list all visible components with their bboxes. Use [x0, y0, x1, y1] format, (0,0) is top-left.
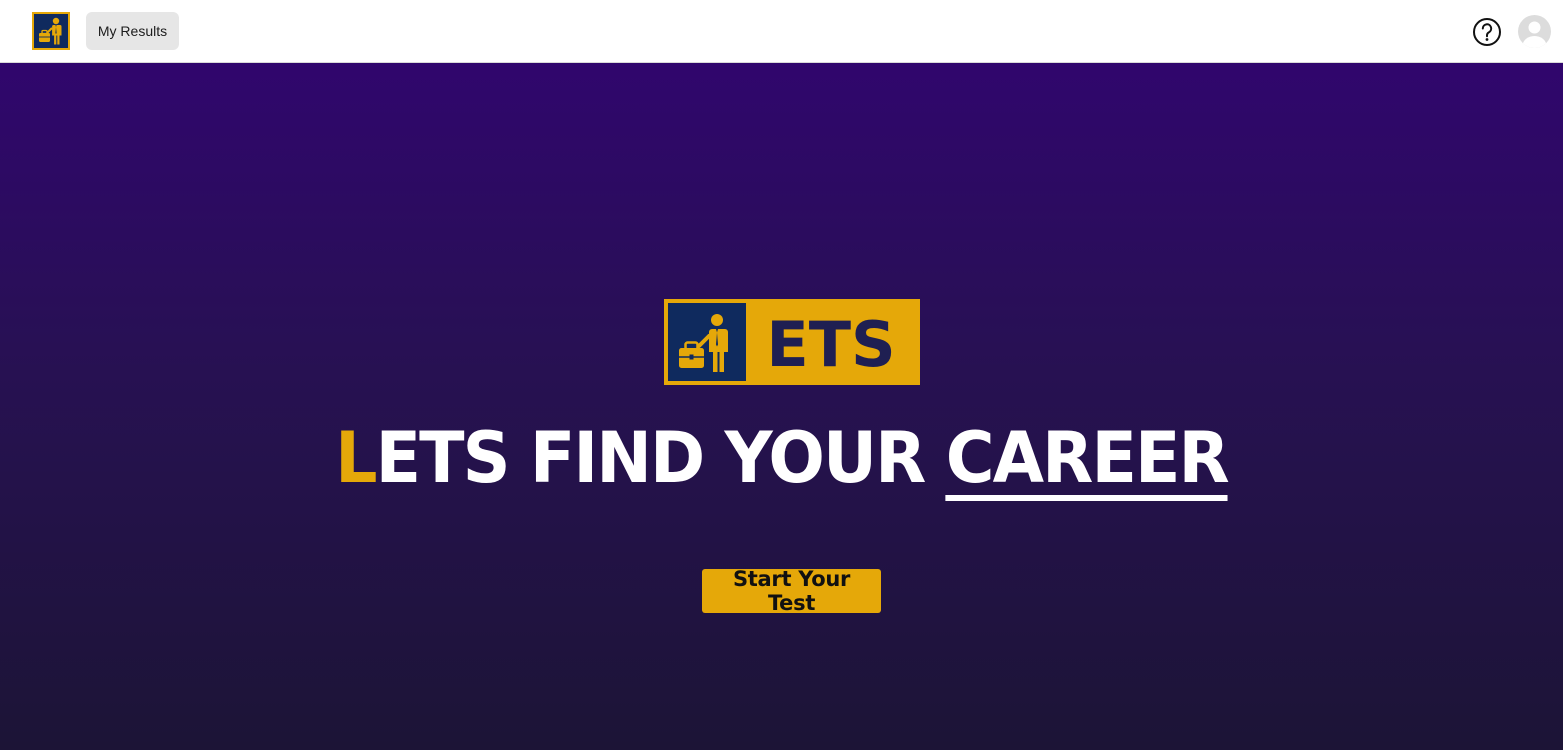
hero-section: ETS LETS FIND YOUR CAREER Start Your Tes…	[0, 63, 1563, 750]
user-avatar-icon[interactable]	[1518, 15, 1551, 48]
ets-logo-text: ETS	[766, 308, 895, 381]
top-navbar: My Results	[0, 0, 1563, 63]
headline-career: CAREER	[945, 417, 1230, 501]
ets-logo: ETS	[664, 299, 920, 385]
page-headline: LETS FIND YOUR CAREER	[39, 423, 1524, 501]
headline-middle: ETS FIND YOUR	[375, 417, 946, 499]
my-results-button[interactable]: My Results	[86, 12, 179, 50]
businessman-briefcase-icon[interactable]	[32, 12, 70, 50]
question-mark-icon[interactable]	[1472, 17, 1502, 47]
headline-first-letter: L	[335, 417, 377, 499]
start-test-button[interactable]: Start Your Test	[702, 567, 881, 615]
